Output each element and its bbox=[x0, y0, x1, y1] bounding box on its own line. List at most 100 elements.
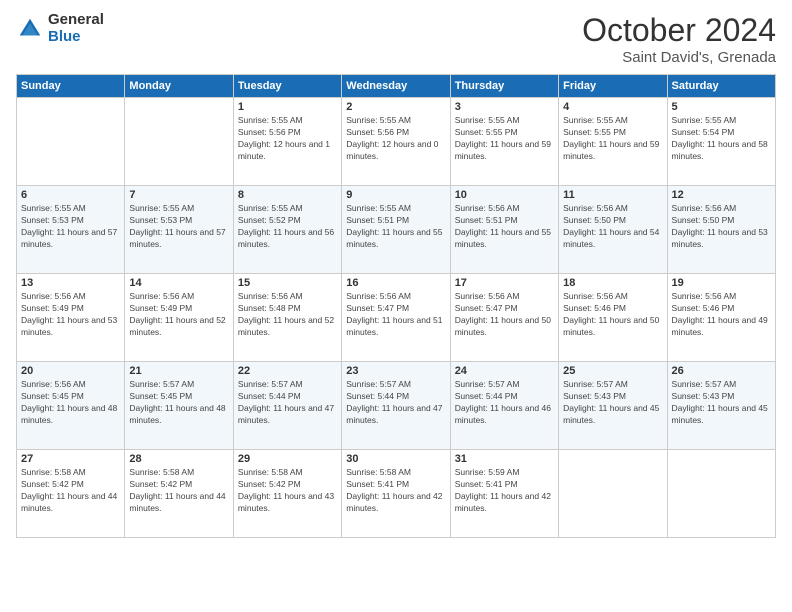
header: General Blue October 2024 Saint David's,… bbox=[16, 12, 776, 66]
cell-w4-d3: 22 Sunrise: 5:57 AMSunset: 5:44 PMDayligh… bbox=[233, 362, 341, 450]
day-number: 17 bbox=[455, 277, 554, 289]
day-number: 16 bbox=[346, 277, 445, 289]
header-row: Sunday Monday Tuesday Wednesday Thursday… bbox=[17, 75, 776, 98]
day-number: 21 bbox=[129, 365, 228, 377]
cell-w5-d3: 29 Sunrise: 5:58 AMSunset: 5:42 PMDayligh… bbox=[233, 450, 341, 538]
cell-w1-d1 bbox=[17, 98, 125, 186]
day-info: Sunrise: 5:55 AMSunset: 5:53 PMDaylight:… bbox=[129, 203, 228, 251]
day-info: Sunrise: 5:56 AMSunset: 5:46 PMDaylight:… bbox=[672, 291, 771, 339]
day-info: Sunrise: 5:56 AMSunset: 5:47 PMDaylight:… bbox=[455, 291, 554, 339]
title-section: October 2024 Saint David's, Grenada bbox=[582, 12, 776, 66]
day-number: 12 bbox=[672, 189, 771, 201]
col-saturday: Saturday bbox=[667, 75, 775, 98]
logo-blue: Blue bbox=[48, 29, 104, 46]
cell-w4-d6: 25 Sunrise: 5:57 AMSunset: 5:43 PMDayligh… bbox=[559, 362, 667, 450]
day-info: Sunrise: 5:56 AMSunset: 5:50 PMDaylight:… bbox=[672, 203, 771, 251]
day-info: Sunrise: 5:59 AMSunset: 5:41 PMDaylight:… bbox=[455, 467, 554, 515]
month-title: October 2024 bbox=[582, 12, 776, 49]
day-number: 24 bbox=[455, 365, 554, 377]
cell-w1-d7: 5Sunrise: 5:55 AMSunset: 5:54 PMDaylight… bbox=[667, 98, 775, 186]
day-info: Sunrise: 5:55 AMSunset: 5:51 PMDaylight:… bbox=[346, 203, 445, 251]
week-row-2: 6 Sunrise: 5:55 AMSunset: 5:53 PMDaylight… bbox=[17, 186, 776, 274]
cell-w3-d7: 19 Sunrise: 5:56 AMSunset: 5:46 PMDayligh… bbox=[667, 274, 775, 362]
day-number: 10 bbox=[455, 189, 554, 201]
day-number: 19 bbox=[672, 277, 771, 289]
day-number: 6 bbox=[21, 189, 120, 201]
day-number: 4 bbox=[563, 101, 662, 113]
day-number: 11 bbox=[563, 189, 662, 201]
day-number: 3 bbox=[455, 101, 554, 113]
cell-w3-d4: 16 Sunrise: 5:56 AMSunset: 5:47 PMDayligh… bbox=[342, 274, 450, 362]
cell-w1-d6: 4 Sunrise: 5:55 AMSunset: 5:55 PMDaylight… bbox=[559, 98, 667, 186]
cell-w2-d4: 9 Sunrise: 5:55 AMSunset: 5:51 PMDaylight… bbox=[342, 186, 450, 274]
day-number: 14 bbox=[129, 277, 228, 289]
cell-w3-d1: 13 Sunrise: 5:56 AMSunset: 5:49 PMDayligh… bbox=[17, 274, 125, 362]
day-number: 18 bbox=[563, 277, 662, 289]
day-info: Sunrise: 5:58 AMSunset: 5:42 PMDaylight:… bbox=[238, 467, 337, 515]
day-info: Sunrise: 5:57 AMSunset: 5:44 PMDaylight:… bbox=[238, 379, 337, 427]
cell-w5-d4: 30 Sunrise: 5:58 AMSunset: 5:41 PMDayligh… bbox=[342, 450, 450, 538]
day-number: 1 bbox=[238, 101, 337, 113]
day-number: 2 bbox=[346, 101, 445, 113]
cell-w3-d3: 15 Sunrise: 5:56 AMSunset: 5:48 PMDayligh… bbox=[233, 274, 341, 362]
logo-icon bbox=[16, 15, 44, 43]
day-info: Sunrise: 5:56 AMSunset: 5:48 PMDaylight:… bbox=[238, 291, 337, 339]
col-wednesday: Wednesday bbox=[342, 75, 450, 98]
location-title: Saint David's, Grenada bbox=[582, 49, 776, 66]
day-number: 29 bbox=[238, 453, 337, 465]
cell-w1-d3: 1Sunrise: 5:55 AMSunset: 5:56 PMDaylight… bbox=[233, 98, 341, 186]
day-info: Sunrise: 5:57 AMSunset: 5:43 PMDaylight:… bbox=[563, 379, 662, 427]
day-info: Sunrise: 5:57 AMSunset: 5:44 PMDaylight:… bbox=[455, 379, 554, 427]
cell-w5-d6 bbox=[559, 450, 667, 538]
week-row-5: 27 Sunrise: 5:58 AMSunset: 5:42 PMDayligh… bbox=[17, 450, 776, 538]
day-number: 28 bbox=[129, 453, 228, 465]
cell-w3-d5: 17 Sunrise: 5:56 AMSunset: 5:47 PMDayligh… bbox=[450, 274, 558, 362]
day-number: 8 bbox=[238, 189, 337, 201]
day-info: Sunrise: 5:58 AMSunset: 5:41 PMDaylight:… bbox=[346, 467, 445, 515]
day-info: Sunrise: 5:56 AMSunset: 5:49 PMDaylight:… bbox=[129, 291, 228, 339]
cell-w2-d6: 11 Sunrise: 5:56 AMSunset: 5:50 PMDayligh… bbox=[559, 186, 667, 274]
day-info: Sunrise: 5:55 AMSunset: 5:55 PMDaylight:… bbox=[563, 115, 662, 163]
day-info: Sunrise: 5:56 AMSunset: 5:47 PMDaylight:… bbox=[346, 291, 445, 339]
cell-w3-d6: 18 Sunrise: 5:56 AMSunset: 5:46 PMDayligh… bbox=[559, 274, 667, 362]
main-container: General Blue October 2024 Saint David's,… bbox=[0, 0, 792, 612]
logo: General Blue bbox=[16, 12, 104, 45]
cell-w1-d5: 3 Sunrise: 5:55 AMSunset: 5:55 PMDaylight… bbox=[450, 98, 558, 186]
cell-w5-d2: 28Sunrise: 5:58 AMSunset: 5:42 PMDayligh… bbox=[125, 450, 233, 538]
day-number: 15 bbox=[238, 277, 337, 289]
day-number: 13 bbox=[21, 277, 120, 289]
cell-w5-d7 bbox=[667, 450, 775, 538]
cell-w2-d5: 10 Sunrise: 5:56 AMSunset: 5:51 PMDayligh… bbox=[450, 186, 558, 274]
day-info: Sunrise: 5:56 AMSunset: 5:50 PMDaylight:… bbox=[563, 203, 662, 251]
day-number: 22 bbox=[238, 365, 337, 377]
day-info: Sunrise: 5:57 AMSunset: 5:43 PMDaylight:… bbox=[672, 379, 771, 427]
week-row-3: 13 Sunrise: 5:56 AMSunset: 5:49 PMDayligh… bbox=[17, 274, 776, 362]
day-info: Sunrise: 5:55 AMSunset: 5:55 PMDaylight:… bbox=[455, 115, 554, 163]
cell-w5-d1: 27Sunrise: 5:58 AMSunset: 5:42 PMDayligh… bbox=[17, 450, 125, 538]
day-info: Sunrise: 5:55 AMSunset: 5:54 PMDaylight:… bbox=[672, 115, 771, 163]
day-info: Sunrise: 5:57 AMSunset: 5:44 PMDaylight:… bbox=[346, 379, 445, 427]
day-number: 9 bbox=[346, 189, 445, 201]
cell-w4-d4: 23 Sunrise: 5:57 AMSunset: 5:44 PMDayligh… bbox=[342, 362, 450, 450]
day-info: Sunrise: 5:56 AMSunset: 5:46 PMDaylight:… bbox=[563, 291, 662, 339]
col-sunday: Sunday bbox=[17, 75, 125, 98]
day-number: 26 bbox=[672, 365, 771, 377]
day-number: 31 bbox=[455, 453, 554, 465]
day-number: 30 bbox=[346, 453, 445, 465]
cell-w3-d2: 14 Sunrise: 5:56 AMSunset: 5:49 PMDayligh… bbox=[125, 274, 233, 362]
cell-w4-d5: 24 Sunrise: 5:57 AMSunset: 5:44 PMDayligh… bbox=[450, 362, 558, 450]
cell-w1-d4: 2 Sunrise: 5:55 AMSunset: 5:56 PMDaylight… bbox=[342, 98, 450, 186]
day-info: Sunrise: 5:56 AMSunset: 5:51 PMDaylight:… bbox=[455, 203, 554, 251]
day-info: Sunrise: 5:55 AMSunset: 5:56 PMDaylight:… bbox=[346, 115, 445, 163]
calendar-table: Sunday Monday Tuesday Wednesday Thursday… bbox=[16, 74, 776, 538]
logo-general: General bbox=[48, 12, 104, 29]
day-number: 25 bbox=[563, 365, 662, 377]
day-info: Sunrise: 5:55 AMSunset: 5:53 PMDaylight:… bbox=[21, 203, 120, 251]
day-info: Sunrise: 5:56 AMSunset: 5:49 PMDaylight:… bbox=[21, 291, 120, 339]
week-row-4: 20Sunrise: 5:56 AMSunset: 5:45 PMDayligh… bbox=[17, 362, 776, 450]
cell-w5-d5: 31 Sunrise: 5:59 AMSunset: 5:41 PMDayligh… bbox=[450, 450, 558, 538]
cell-w2-d2: 7Sunrise: 5:55 AMSunset: 5:53 PMDaylight… bbox=[125, 186, 233, 274]
cell-w4-d2: 21Sunrise: 5:57 AMSunset: 5:45 PMDayligh… bbox=[125, 362, 233, 450]
day-number: 27 bbox=[21, 453, 120, 465]
day-number: 23 bbox=[346, 365, 445, 377]
